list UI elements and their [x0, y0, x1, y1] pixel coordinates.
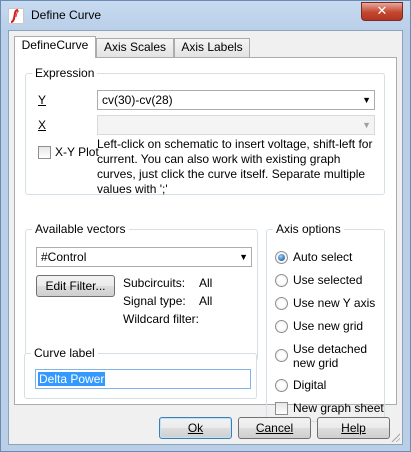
xy-plot-label: X-Y Plot	[55, 145, 99, 159]
auto-select-label: Auto select	[293, 250, 353, 264]
x-expression-combo[interactable]: ▼	[97, 115, 375, 135]
curve-label-input[interactable]: Delta Power	[35, 369, 251, 389]
ok-button[interactable]: Ok	[159, 417, 232, 439]
subcircuits-value: All	[199, 276, 213, 290]
chevron-down-icon[interactable]: ▼	[362, 93, 371, 107]
window-title: Define Curve	[31, 8, 102, 22]
edit-filter-button-label: Edit Filter...	[45, 279, 106, 293]
new-graph-sheet-label: New graph sheet	[293, 401, 384, 415]
ok-button-label: Ok	[187, 421, 204, 435]
y-expression-value: cv(30)-cv(28)	[102, 93, 173, 107]
tab-define-curve[interactable]: DefineCurve	[14, 36, 96, 58]
axis-options-group: Axis options Auto select Use selected Us…	[266, 222, 385, 422]
auto-select-radio[interactable]	[275, 251, 288, 264]
use-detached-new-grid-radio[interactable]	[275, 349, 288, 362]
digital-label: Digital	[293, 378, 327, 392]
y-label: Y	[38, 93, 47, 107]
tab-axis-labels[interactable]: Axis Labels	[174, 38, 250, 57]
available-vectors-group-label: Available vectors	[32, 222, 129, 236]
cancel-button-label: Cancel	[255, 421, 294, 435]
curve-label-value: Delta Power	[38, 372, 106, 386]
curve-label-box: Curve label Delta Power	[24, 346, 257, 399]
vectors-combo[interactable]: #Control ▼	[36, 247, 252, 267]
use-new-grid-label: Use new grid	[293, 319, 364, 333]
signal-type-value: All	[199, 294, 213, 308]
help-button-label: Help	[341, 421, 366, 435]
digital-radio[interactable]	[275, 379, 288, 392]
tab-define-curve-label: DefineCurve	[21, 38, 89, 52]
cancel-button[interactable]: Cancel	[238, 417, 311, 439]
use-new-y-axis-radio[interactable]	[275, 297, 288, 310]
new-graph-sheet-checkbox[interactable]	[275, 402, 288, 415]
use-selected-label: Use selected	[293, 273, 363, 287]
close-icon: ✕	[376, 3, 388, 18]
dialog-client-area: DefineCurve Axis Scales Axis Labels Expr…	[8, 30, 403, 445]
chevron-down-icon[interactable]: ▼	[239, 250, 248, 264]
tab-axis-scales[interactable]: Axis Scales	[96, 38, 174, 57]
resize-grip[interactable]	[390, 432, 400, 442]
use-new-y-axis-label: Use new Y axis	[293, 296, 376, 310]
define-curve-dialog: Define Curve ✕ DefineCurve Axis Scales A…	[0, 0, 411, 452]
help-button[interactable]: Help	[317, 417, 390, 439]
y-expression-combo[interactable]: cv(30)-cv(28) ▼	[97, 90, 375, 110]
expression-group: Expression Y cv(30)-cv(28) ▼ X ▼ X-Y Plo…	[25, 66, 385, 196]
available-vectors-group: Available vectors #Control ▼ Edit Filter…	[25, 222, 258, 361]
title-bar[interactable]: Define Curve ✕	[1, 1, 410, 30]
use-new-grid-radio[interactable]	[275, 320, 288, 333]
chevron-down-icon[interactable]: ▼	[362, 118, 371, 132]
edit-filter-button[interactable]: Edit Filter...	[36, 275, 115, 297]
use-detached-new-grid-label: Use detached new grid	[293, 342, 368, 370]
axis-options-group-label: Axis options	[273, 222, 344, 236]
close-button[interactable]: ✕	[361, 2, 403, 21]
xy-plot-checkbox[interactable]	[38, 146, 51, 159]
expression-group-label: Expression	[32, 66, 98, 80]
expression-help-text: Left-click on schematic to insert voltag…	[97, 137, 373, 196]
subcircuits-label: Subcircuits:	[123, 276, 186, 290]
tab-axis-labels-label: Axis Labels	[181, 40, 243, 54]
signal-type-label: Signal type:	[123, 294, 186, 308]
use-selected-radio[interactable]	[275, 274, 288, 287]
tab-axis-scales-label: Axis Scales	[103, 40, 167, 54]
wildcard-filter-label: Wildcard filter:	[123, 312, 200, 326]
curve-label-group-label: Curve label	[31, 346, 98, 360]
vectors-selected-value: #Control	[41, 250, 87, 264]
app-icon	[8, 8, 24, 24]
x-label: X	[38, 118, 47, 132]
